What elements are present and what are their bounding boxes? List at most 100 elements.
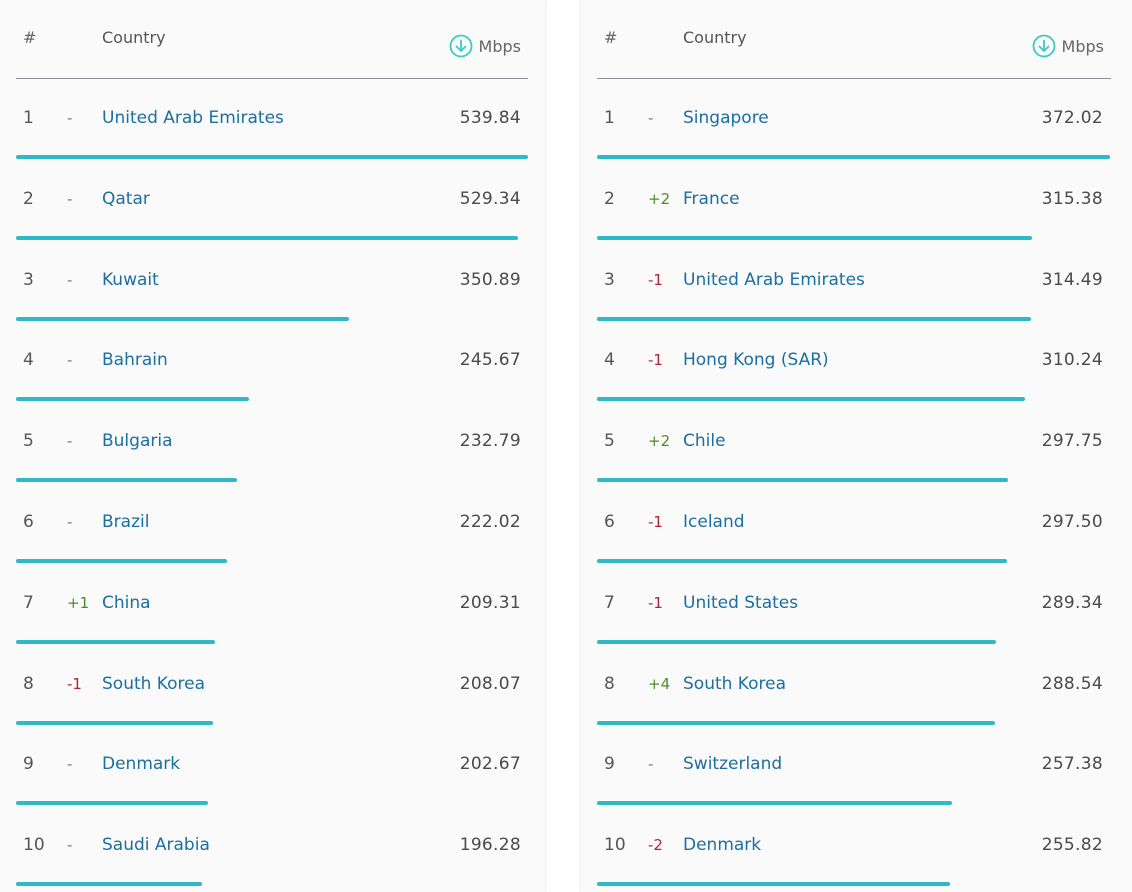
rank-number: 7 [23, 592, 34, 613]
country-column-header: Country [102, 28, 166, 47]
speed-value: 257.38 [1041, 754, 1103, 775]
country-link[interactable]: Qatar [102, 189, 150, 209]
rank-change: - [67, 836, 73, 855]
country-link[interactable]: Kuwait [102, 270, 159, 290]
country-link[interactable]: United Arab Emirates [102, 108, 284, 128]
country-link[interactable]: Brazil [102, 512, 149, 532]
country-link[interactable]: United States [683, 593, 798, 613]
table-row: 2 - Qatar 529.34 [16, 159, 528, 240]
speed-value: 245.67 [459, 350, 521, 371]
speed-value: 288.54 [1041, 673, 1103, 694]
rank-change: +2 [648, 432, 671, 451]
rank-number: 3 [604, 269, 615, 290]
country-link[interactable]: China [102, 593, 151, 613]
rank-change: +2 [648, 189, 671, 208]
country-link[interactable]: South Korea [683, 674, 786, 694]
speed-value: 529.34 [459, 188, 521, 209]
rank-number: 6 [23, 512, 34, 532]
speed-value: 202.67 [459, 754, 521, 775]
country-link[interactable]: Singapore [683, 108, 769, 128]
rank-change: +4 [648, 674, 671, 693]
rank-change: +1 [67, 593, 90, 612]
download-icon [449, 34, 473, 58]
rank-number: 4 [23, 350, 34, 371]
country-link[interactable]: Iceland [683, 512, 745, 532]
table-row: 7 +1 China 209.31 [16, 563, 528, 644]
left-ranking-panel: # Country Mbps 1- United Arab Emirates 539… [0, 0, 545, 892]
table-row: 5 +2 Chile 297.75 [597, 401, 1110, 483]
country-column-header: Country [683, 28, 747, 47]
speed-value: 209.31 [459, 592, 521, 613]
speed-value: 297.50 [1041, 512, 1103, 532]
download-icon [1032, 34, 1056, 58]
table-row: 3 -1 United Arab Emirates 314.49 [597, 240, 1110, 321]
country-link[interactable]: Hong Kong (SAR) [683, 350, 829, 370]
country-link[interactable]: France [683, 189, 740, 209]
country-link[interactable]: Denmark [683, 835, 761, 855]
rank-number: 7 [604, 592, 615, 613]
speed-value: 208.07 [459, 673, 521, 694]
country-link[interactable]: United Arab Emirates [683, 270, 865, 290]
table-row: 10 -2 Denmark 255.82 [597, 805, 1110, 887]
country-link[interactable]: Chile [683, 431, 726, 451]
table-row: 6 -1 Iceland 297.50 [597, 482, 1110, 563]
rank-change: -1 [648, 593, 663, 612]
country-link[interactable]: Denmark [102, 754, 180, 774]
table-header: # Country Mbps [597, 0, 1111, 79]
speed-value: 310.24 [1041, 350, 1103, 371]
speed-value: 372.02 [1041, 108, 1103, 128]
country-link[interactable]: Bahrain [102, 350, 168, 370]
speed-value: 314.49 [1041, 269, 1103, 290]
speed-bar [16, 882, 203, 887]
rank-change: -1 [648, 513, 663, 531]
speed-column-header: Mbps [1032, 34, 1104, 58]
table-row: 5 - Bulgaria 232.79 [16, 401, 528, 483]
rank-number: 5 [604, 431, 615, 452]
rank-number: 4 [604, 350, 615, 371]
country-link[interactable]: South Korea [102, 674, 205, 694]
rank-number: 2 [23, 188, 34, 209]
rank-change: -1 [67, 674, 82, 693]
rank-number: 10 [604, 835, 626, 856]
country-link[interactable]: Switzerland [683, 754, 782, 774]
table-row: 7 -1 United States 289.34 [597, 563, 1110, 644]
rank-number: 9 [23, 754, 34, 775]
table-row: 2 +2 France 315.38 [597, 159, 1110, 240]
rank-number: 6 [604, 512, 615, 532]
speed-value: 297.75 [1041, 431, 1103, 452]
rank-number: 8 [23, 673, 34, 694]
table-row: 9 - Denmark 202.67 [16, 724, 528, 806]
country-link[interactable]: Bulgaria [102, 431, 173, 451]
rank-change: - [67, 351, 73, 370]
rank-change: - [67, 109, 73, 127]
rank-change: -2 [648, 836, 663, 855]
speed-value: 196.28 [459, 835, 521, 856]
rank-number: 10 [23, 835, 45, 856]
rank-column-header: # [604, 28, 618, 47]
rank-number: 8 [604, 673, 615, 694]
rank-change: - [67, 189, 73, 208]
rank-change: - [67, 755, 73, 774]
table-row: 8 +4 South Korea 288.54 [597, 644, 1110, 725]
rank-number: 5 [23, 431, 34, 452]
rank-change: - [67, 432, 73, 451]
speed-bar [597, 882, 950, 887]
rank-number: 2 [604, 188, 615, 209]
table-row: 10 - Saudi Arabia 196.28 [16, 805, 528, 887]
speed-value: 539.84 [459, 108, 521, 128]
table-row: 3 - Kuwait 350.89 [16, 240, 528, 321]
table-row: 1 - Singapore 372.02 [597, 78, 1110, 159]
table-row: 1 - United Arab Emirates 539.84 [16, 78, 528, 159]
country-link[interactable]: Saudi Arabia [102, 835, 210, 855]
rank-change: -1 [648, 270, 663, 289]
speed-value: 222.02 [459, 512, 521, 532]
speed-value: 289.34 [1041, 592, 1103, 613]
rank-number: 1 [23, 108, 34, 128]
rank-number: 3 [23, 269, 34, 290]
rank-change: - [648, 755, 654, 774]
table-header: # Country Mbps [16, 0, 528, 79]
unit-label: Mbps [478, 36, 521, 56]
speed-value: 232.79 [459, 431, 521, 452]
speed-value: 315.38 [1041, 188, 1103, 209]
speed-value: 255.82 [1041, 835, 1103, 856]
